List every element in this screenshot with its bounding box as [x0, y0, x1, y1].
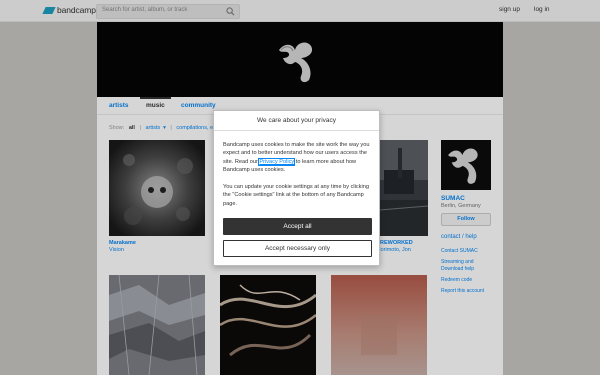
cookie-description: Bandcamp uses cookies to make the site w…	[223, 141, 373, 175]
dialog-title: We care about your privacy	[214, 111, 379, 131]
privacy-policy-link[interactable]: Privacy Policy	[258, 157, 296, 166]
accept-necessary-button[interactable]: Accept necessary only	[223, 240, 372, 257]
accept-all-button[interactable]: Accept all	[223, 218, 372, 235]
cookie-consent-dialog: We care about your privacy Bandcamp uses…	[213, 110, 380, 266]
cookie-settings-note: You can update your cookie settings at a…	[223, 184, 369, 207]
